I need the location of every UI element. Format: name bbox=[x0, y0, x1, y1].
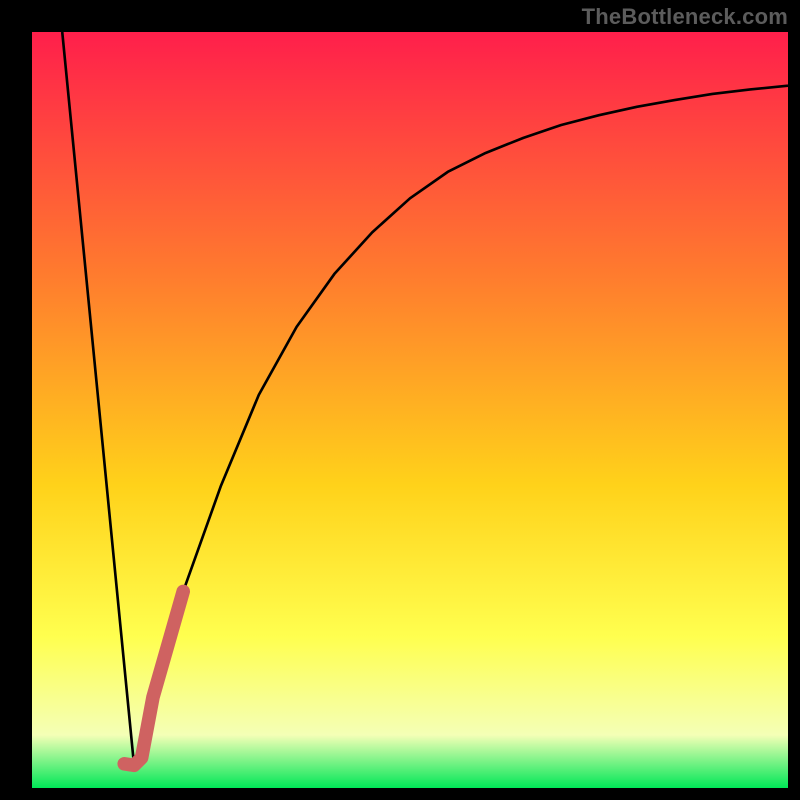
chart-svg bbox=[32, 32, 788, 788]
plot-area bbox=[32, 32, 788, 788]
watermark-text: TheBottleneck.com bbox=[582, 4, 788, 30]
gradient-background bbox=[32, 32, 788, 788]
chart-frame: TheBottleneck.com bbox=[0, 0, 800, 800]
